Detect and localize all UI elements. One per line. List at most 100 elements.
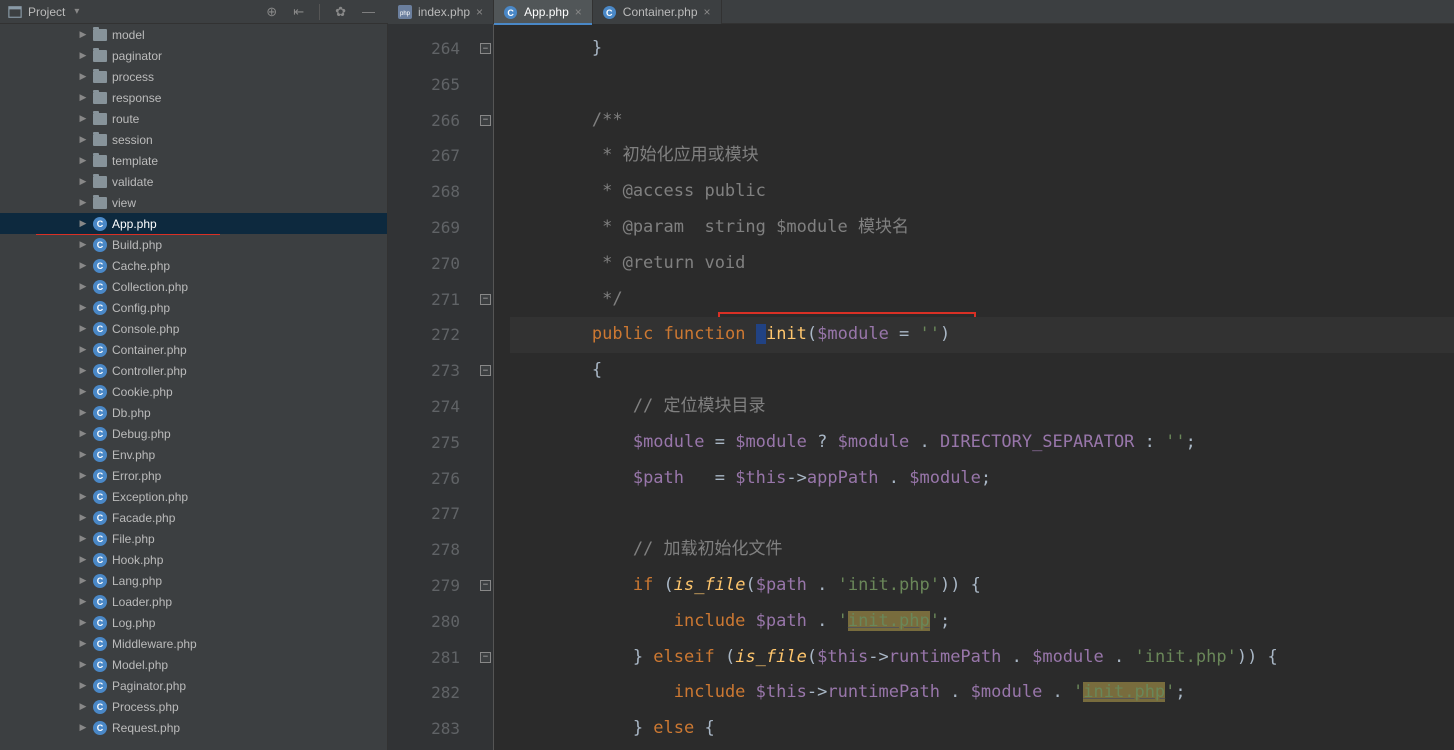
code-line[interactable]: [510, 496, 1454, 532]
expand-arrow-icon[interactable]: ▶: [78, 512, 88, 523]
tree-item-Cache-php[interactable]: ▶CCache.php: [0, 255, 387, 276]
expand-arrow-icon[interactable]: ▶: [78, 575, 88, 586]
tree-item-Model-php[interactable]: ▶CModel.php: [0, 654, 387, 675]
expand-arrow-icon[interactable]: ▶: [78, 617, 88, 628]
tree-item-Process-php[interactable]: ▶CProcess.php: [0, 696, 387, 717]
expand-arrow-icon[interactable]: ▶: [78, 470, 88, 481]
tree-item-process[interactable]: ▶process: [0, 66, 387, 87]
close-tab-icon[interactable]: ×: [575, 5, 582, 19]
tree-item-Console-php[interactable]: ▶CConsole.php: [0, 318, 387, 339]
project-tree[interactable]: ▶model▶paginator▶process▶response▶route▶…: [0, 24, 388, 750]
tree-item-Log-php[interactable]: ▶CLog.php: [0, 612, 387, 633]
fold-marker-icon[interactable]: −: [480, 652, 491, 663]
tree-item-validate[interactable]: ▶validate: [0, 171, 387, 192]
expand-arrow-icon[interactable]: ▶: [78, 218, 88, 229]
tree-item-Lang-php[interactable]: ▶CLang.php: [0, 570, 387, 591]
expand-arrow-icon[interactable]: ▶: [78, 365, 88, 376]
tree-item-route[interactable]: ▶route: [0, 108, 387, 129]
tree-item-response[interactable]: ▶response: [0, 87, 387, 108]
tree-item-paginator[interactable]: ▶paginator: [0, 45, 387, 66]
expand-arrow-icon[interactable]: ▶: [78, 134, 88, 145]
tree-item-session[interactable]: ▶session: [0, 129, 387, 150]
tree-item-Facade-php[interactable]: ▶CFacade.php: [0, 507, 387, 528]
tree-item-template[interactable]: ▶template: [0, 150, 387, 171]
expand-arrow-icon[interactable]: ▶: [78, 386, 88, 397]
expand-arrow-icon[interactable]: ▶: [78, 281, 88, 292]
tree-item-Hook-php[interactable]: ▶CHook.php: [0, 549, 387, 570]
code-line[interactable]: }: [510, 31, 1454, 67]
tree-item-Config-php[interactable]: ▶CConfig.php: [0, 297, 387, 318]
fold-marker-icon[interactable]: −: [480, 43, 491, 54]
collapse-all-icon[interactable]: ⇤: [288, 4, 309, 20]
tab-index-php[interactable]: phpindex.php×: [388, 0, 494, 24]
expand-arrow-icon[interactable]: ▶: [78, 239, 88, 250]
expand-arrow-icon[interactable]: ▶: [78, 71, 88, 82]
code-line[interactable]: * @access public: [510, 174, 1454, 210]
code-line[interactable]: } elseif (is_file($this->runtimePath . $…: [510, 640, 1454, 676]
expand-arrow-icon[interactable]: ▶: [78, 155, 88, 166]
code-line[interactable]: public function init($module = ''): [510, 317, 1454, 353]
code-line[interactable]: * @param string $module 模块名: [510, 210, 1454, 246]
expand-arrow-icon[interactable]: ▶: [78, 113, 88, 124]
tree-item-Loader-php[interactable]: ▶CLoader.php: [0, 591, 387, 612]
tree-item-Debug-php[interactable]: ▶CDebug.php: [0, 423, 387, 444]
close-tab-icon[interactable]: ×: [704, 5, 711, 19]
tree-item-Build-php[interactable]: ▶CBuild.php: [0, 234, 387, 255]
code-line[interactable]: // 加载初始化文件: [510, 532, 1454, 568]
code-line[interactable]: * @return void: [510, 246, 1454, 282]
tab-App-php[interactable]: CApp.php×: [494, 0, 593, 24]
tree-item-Exception-php[interactable]: ▶CException.php: [0, 486, 387, 507]
tree-item-view[interactable]: ▶view: [0, 192, 387, 213]
expand-arrow-icon[interactable]: ▶: [78, 323, 88, 334]
expand-arrow-icon[interactable]: ▶: [78, 176, 88, 187]
expand-arrow-icon[interactable]: ▶: [78, 302, 88, 313]
expand-arrow-icon[interactable]: ▶: [78, 197, 88, 208]
editor[interactable]: 2642652662672682692702712722732742752762…: [388, 24, 1454, 750]
tree-item-App-php[interactable]: ▶CApp.php: [0, 213, 387, 234]
expand-arrow-icon[interactable]: ▶: [78, 50, 88, 61]
close-tab-icon[interactable]: ×: [476, 5, 483, 19]
tree-item-Container-php[interactable]: ▶CContainer.php: [0, 339, 387, 360]
code-line[interactable]: {: [510, 353, 1454, 389]
expand-arrow-icon[interactable]: ▶: [78, 344, 88, 355]
tree-item-Db-php[interactable]: ▶CDb.php: [0, 402, 387, 423]
tree-item-Collection-php[interactable]: ▶CCollection.php: [0, 276, 387, 297]
code-line[interactable]: include $path . 'init.php';: [510, 604, 1454, 640]
code-line[interactable]: /**: [510, 103, 1454, 139]
expand-arrow-icon[interactable]: ▶: [78, 491, 88, 502]
tree-item-File-php[interactable]: ▶CFile.php: [0, 528, 387, 549]
code-line[interactable]: include $this->runtimePath . $module . '…: [510, 675, 1454, 711]
tree-item-model[interactable]: ▶model: [0, 24, 387, 45]
fold-marker-icon[interactable]: −: [480, 115, 491, 126]
code-line[interactable]: [510, 67, 1454, 103]
expand-arrow-icon[interactable]: ▶: [78, 92, 88, 103]
expand-arrow-icon[interactable]: ▶: [78, 533, 88, 544]
tab-Container-php[interactable]: CContainer.php×: [593, 0, 722, 24]
code-line[interactable]: if (is_file($path . 'init.php')) {: [510, 568, 1454, 604]
expand-arrow-icon[interactable]: ▶: [78, 260, 88, 271]
tree-item-Error-php[interactable]: ▶CError.php: [0, 465, 387, 486]
fold-marker-icon[interactable]: −: [480, 580, 491, 591]
expand-arrow-icon[interactable]: ▶: [78, 554, 88, 565]
expand-arrow-icon[interactable]: ▶: [78, 407, 88, 418]
code-line[interactable]: */: [510, 282, 1454, 318]
expand-arrow-icon[interactable]: ▶: [78, 596, 88, 607]
fold-marker-icon[interactable]: −: [480, 294, 491, 305]
code-area[interactable]: } /** * 初始化应用或模块 * @access public * @par…: [494, 24, 1454, 750]
expand-arrow-icon[interactable]: ▶: [78, 428, 88, 439]
code-line[interactable]: $path = $this->appPath . $module;: [510, 461, 1454, 497]
tree-item-Env-php[interactable]: ▶CEnv.php: [0, 444, 387, 465]
project-dropdown-icon[interactable]: ▾: [74, 6, 79, 17]
tree-item-Middleware-php[interactable]: ▶CMiddleware.php: [0, 633, 387, 654]
tree-item-Cookie-php[interactable]: ▶CCookie.php: [0, 381, 387, 402]
expand-arrow-icon[interactable]: ▶: [78, 680, 88, 691]
code-line[interactable]: $module = $module ? $module . DIRECTORY_…: [510, 425, 1454, 461]
expand-arrow-icon[interactable]: ▶: [78, 638, 88, 649]
expand-arrow-icon[interactable]: ▶: [78, 659, 88, 670]
code-line[interactable]: } else {: [510, 711, 1454, 747]
tree-item-Controller-php[interactable]: ▶CController.php: [0, 360, 387, 381]
expand-arrow-icon[interactable]: ▶: [78, 29, 88, 40]
code-line[interactable]: * 初始化应用或模块: [510, 138, 1454, 174]
tree-item-Request-php[interactable]: ▶CRequest.php: [0, 717, 387, 738]
expand-arrow-icon[interactable]: ▶: [78, 449, 88, 460]
